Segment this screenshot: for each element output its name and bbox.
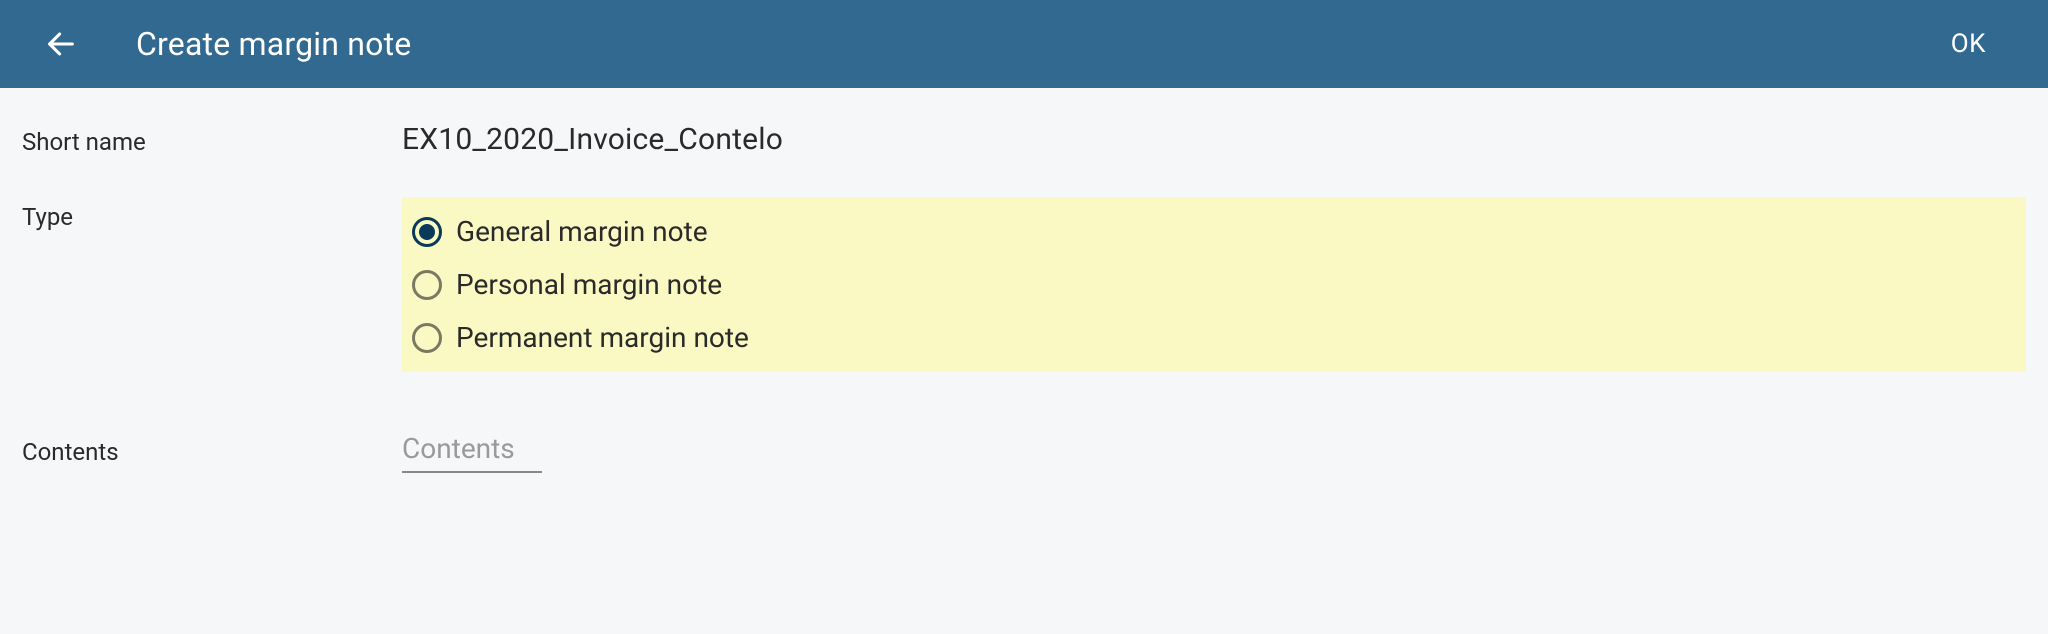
- arrow-left-icon: [44, 27, 78, 61]
- contents-input[interactable]: [402, 432, 542, 473]
- contents-label: Contents: [22, 432, 402, 466]
- radio-icon: [412, 323, 442, 353]
- radio-personal-margin-note[interactable]: Personal margin note: [412, 262, 2016, 307]
- short-name-label: Short name: [22, 122, 402, 156]
- radio-permanent-margin-note[interactable]: Permanent margin note: [412, 315, 2016, 360]
- type-radio-group: General margin note Personal margin note…: [402, 197, 2026, 372]
- contents-field-wrapper: [402, 432, 542, 473]
- radio-label: Permanent margin note: [456, 321, 749, 354]
- radio-label: General margin note: [456, 215, 708, 248]
- page-title: Create margin note: [136, 25, 1933, 63]
- form-content: Short name EX10_2020_Invoice_Contelo Typ…: [0, 88, 2048, 547]
- contents-row: Contents: [22, 432, 2026, 473]
- short-name-value: EX10_2020_Invoice_Contelo: [402, 122, 783, 157]
- short-name-row: Short name EX10_2020_Invoice_Contelo: [22, 122, 2026, 157]
- type-label: Type: [22, 197, 402, 231]
- dialog-header: Create margin note OK: [0, 0, 2048, 88]
- radio-icon: [412, 270, 442, 300]
- radio-general-margin-note[interactable]: General margin note: [412, 209, 2016, 254]
- ok-button[interactable]: OK: [1933, 19, 2004, 69]
- radio-label: Personal margin note: [456, 268, 722, 301]
- type-row: Type General margin note Personal margin…: [22, 197, 2026, 372]
- radio-icon: [412, 217, 442, 247]
- back-button[interactable]: [44, 27, 78, 61]
